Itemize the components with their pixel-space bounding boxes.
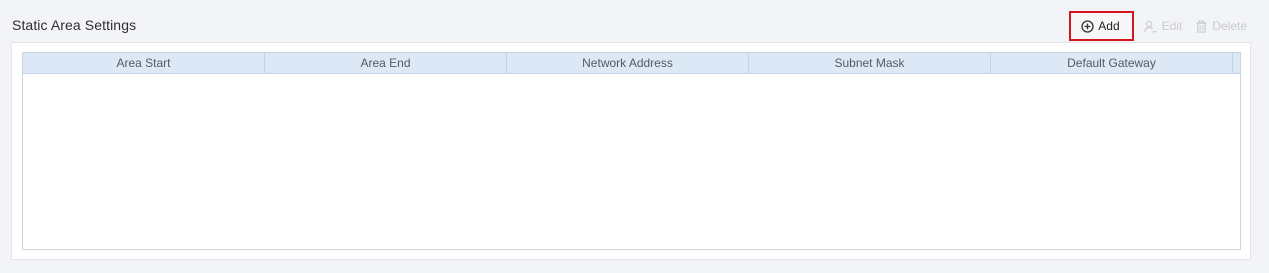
table-body[interactable] bbox=[23, 74, 1240, 249]
add-button[interactable]: Add bbox=[1069, 11, 1134, 41]
static-area-panel: Area Start Area End Network Address Subn… bbox=[11, 42, 1251, 260]
trash-icon bbox=[1194, 19, 1208, 33]
column-header-area-end[interactable]: Area End bbox=[265, 53, 507, 73]
edit-user-icon bbox=[1144, 19, 1158, 33]
section-title: Static Area Settings bbox=[12, 17, 137, 33]
delete-button-label: Delete bbox=[1212, 19, 1247, 33]
static-area-table: Area Start Area End Network Address Subn… bbox=[22, 52, 1241, 250]
add-button-label: Add bbox=[1098, 19, 1120, 33]
edit-button-label: Edit bbox=[1161, 19, 1183, 33]
column-header-default-gateway[interactable]: Default Gateway bbox=[991, 53, 1233, 73]
column-header-subnet-mask[interactable]: Subnet Mask bbox=[749, 53, 991, 73]
edit-button[interactable]: Edit bbox=[1140, 13, 1187, 39]
table-header: Area Start Area End Network Address Subn… bbox=[23, 53, 1240, 74]
header-scrollbar-spacer bbox=[1233, 53, 1240, 73]
column-header-network-address[interactable]: Network Address bbox=[507, 53, 749, 73]
plus-circle-icon bbox=[1080, 19, 1094, 33]
toolbar: Add Edit Delete bbox=[1069, 11, 1251, 41]
column-header-area-start[interactable]: Area Start bbox=[23, 53, 265, 73]
delete-button[interactable]: Delete bbox=[1190, 13, 1251, 39]
